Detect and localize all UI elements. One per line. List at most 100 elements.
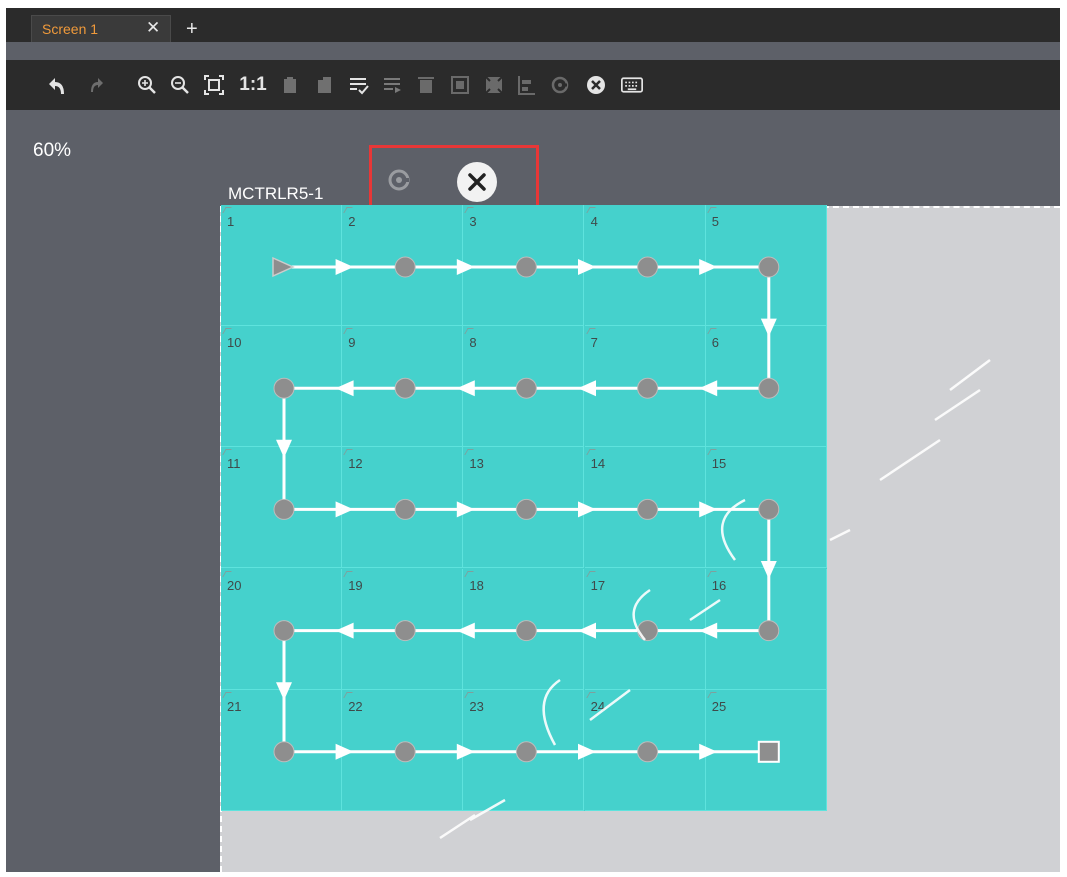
cabinet-cell[interactable]: 24 <box>584 689 706 811</box>
rotate-icon[interactable] <box>548 73 572 97</box>
align-icon[interactable] <box>515 73 539 97</box>
corner-mark <box>585 570 596 577</box>
delete-icon[interactable] <box>414 73 438 97</box>
receiver-card-name: MCTRLR5-1 <box>228 184 324 203</box>
corner-mark <box>585 328 596 335</box>
cabinet-number: 18 <box>469 577 484 593</box>
close-icon[interactable]: ✕ <box>146 19 160 37</box>
corner-mark <box>222 691 232 698</box>
cabinet-number: 22 <box>348 698 363 714</box>
corner-mark <box>585 449 596 456</box>
corner-mark <box>464 207 475 213</box>
list-icon[interactable] <box>381 73 405 97</box>
corner-mark <box>707 691 717 698</box>
tab-bar: Screen 1 ✕ + <box>6 8 1060 42</box>
redo-icon[interactable] <box>84 73 108 97</box>
cabinet-cell[interactable]: 13 <box>463 447 585 569</box>
toolbar: 1:1 <box>6 60 1060 110</box>
fill-icon[interactable] <box>482 73 506 97</box>
corner-mark <box>707 449 717 456</box>
actual-size-label: 1:1 <box>239 74 267 95</box>
cabinet-number: 10 <box>227 335 242 351</box>
cabinet-cell[interactable]: 9 <box>342 326 464 448</box>
cabinet-number: 1 <box>227 214 235 229</box>
cabinet-number: 25 <box>711 698 727 714</box>
window-border <box>0 872 1067 877</box>
cabinet-cell[interactable]: 16 <box>705 568 827 690</box>
cabinet-cell[interactable]: 1 <box>221 205 342 326</box>
zoom-in-icon[interactable] <box>135 73 159 97</box>
cabinet-cell[interactable]: 11 <box>221 447 342 569</box>
cabinet-number: 12 <box>348 456 363 472</box>
corner-mark <box>343 691 353 698</box>
cabinet-grid[interactable]: 1 2 3 4 5 10 9 8 7 6 11 12 13 14 15 20 19 18 17 16 21 22 23 24 2… <box>221 205 827 811</box>
tab-label[interactable]: Screen 1 <box>42 21 98 37</box>
corner-mark <box>222 328 232 335</box>
cabinet-number: 17 <box>590 577 606 593</box>
cabinet-cell[interactable]: 6 <box>705 326 827 448</box>
cabinet-number: 24 <box>590 698 606 714</box>
cabinet-cell[interactable]: 19 <box>342 568 464 690</box>
cabinet-cell[interactable]: 20 <box>221 568 342 690</box>
cabinet-number: 13 <box>469 456 484 472</box>
cabinet-cell[interactable]: 8 <box>463 326 585 448</box>
zoom-out-icon[interactable] <box>168 73 192 97</box>
actual-size-button[interactable]: 1:1 <box>236 73 270 97</box>
corner-mark <box>707 570 717 577</box>
corner-mark <box>343 328 353 335</box>
corner-mark <box>464 691 475 698</box>
cabinet-cell[interactable]: 22 <box>342 689 464 811</box>
corner-mark <box>222 570 232 577</box>
cabinet-cell[interactable]: 15 <box>705 447 827 569</box>
cabinet-cell[interactable]: 12 <box>342 447 464 569</box>
plus-icon[interactable]: + <box>186 19 198 39</box>
corner-mark <box>585 691 596 698</box>
cabinet-cell[interactable]: 21 <box>221 689 342 811</box>
cabinet-number: 19 <box>348 577 363 593</box>
cabinet-number: 5 <box>711 214 720 229</box>
cabinet-number: 6 <box>711 335 720 351</box>
app-window: Screen 1 ✕ + 1:1 60% MCTRLR5-1 1 2 3 4 5… <box>0 0 1067 877</box>
cabinet-number: 8 <box>469 335 477 351</box>
window-border <box>0 0 6 877</box>
cabinet-cell[interactable]: 14 <box>584 447 706 569</box>
corner-mark <box>707 207 717 213</box>
cabinet-cell[interactable]: 7 <box>584 326 706 448</box>
cabinet-cell[interactable]: 5 <box>705 205 827 326</box>
corner-mark <box>707 328 717 335</box>
zoom-level: 60% <box>33 140 72 161</box>
copy-icon[interactable] <box>279 73 303 97</box>
corner-mark <box>343 570 353 577</box>
cabinet-number: 3 <box>469 214 477 229</box>
tab-screen-1[interactable]: Screen 1 ✕ <box>31 15 171 42</box>
paste-icon[interactable] <box>313 73 337 97</box>
cabinet-cell[interactable]: 17 <box>584 568 706 690</box>
corner-mark <box>585 207 596 213</box>
cabinet-number: 7 <box>590 335 598 351</box>
cabinet-cell[interactable]: 23 <box>463 689 585 811</box>
cabinet-number: 23 <box>469 698 484 714</box>
window-border <box>1060 0 1067 877</box>
corner-mark <box>343 207 353 213</box>
cabinet-cell[interactable]: 18 <box>463 568 585 690</box>
clear-icon[interactable] <box>584 73 608 97</box>
undo-icon[interactable] <box>45 73 69 97</box>
highlight-box <box>369 145 539 213</box>
batch-edit-icon[interactable] <box>347 73 371 97</box>
cabinet-cell[interactable]: 2 <box>342 205 464 326</box>
cabinet-number: 4 <box>590 214 598 229</box>
cabinet-number: 14 <box>590 456 606 472</box>
cabinet-cell[interactable]: 3 <box>463 205 585 326</box>
cabinet-cell[interactable]: 10 <box>221 326 342 448</box>
frame-icon[interactable] <box>448 73 472 97</box>
corner-mark <box>343 449 353 456</box>
keyboard-icon[interactable] <box>618 73 646 97</box>
fit-screen-icon[interactable] <box>202 73 226 97</box>
cabinet-cell[interactable]: 4 <box>584 205 706 326</box>
corner-mark <box>464 570 475 577</box>
cabinet-number: 2 <box>348 214 356 229</box>
corner-mark <box>464 328 475 335</box>
cabinet-number: 9 <box>348 335 356 351</box>
cabinet-number: 16 <box>711 577 727 593</box>
cabinet-cell[interactable]: 25 <box>705 689 827 811</box>
